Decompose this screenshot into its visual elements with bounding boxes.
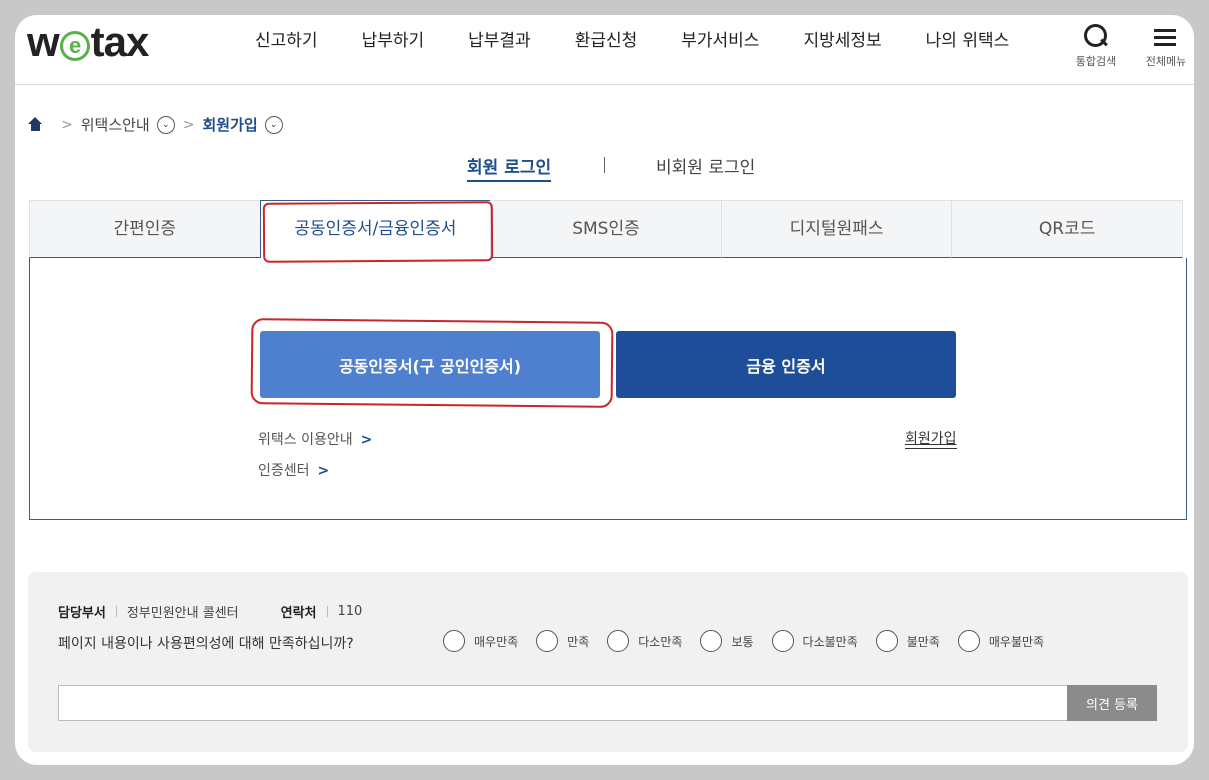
opinion-input[interactable] xyxy=(58,685,1068,721)
hamburger-menu-icon xyxy=(1139,21,1193,49)
divider xyxy=(115,606,117,617)
survey-option-very-satisfied[interactable]: 매우만족 xyxy=(443,630,518,652)
nav-payment-result[interactable]: 납부결과 xyxy=(468,30,531,52)
tab-simple-auth[interactable]: 간편인증 xyxy=(29,200,261,258)
tab-joint-financial-cert[interactable]: 공동인증서/금융인증서 xyxy=(259,200,492,258)
tab-qr-code[interactable]: QR코드 xyxy=(951,200,1183,258)
department-value: 정부민원안내 콜센터 xyxy=(126,606,239,621)
survey-option-neutral[interactable]: 보통 xyxy=(700,630,754,652)
wetax-logo[interactable]: w e tax xyxy=(27,18,150,65)
breadcrumb-separator-icon: > xyxy=(61,116,73,133)
browser-frame: w e tax 신고하기 납부하기 납부결과 환급신청 부가서비스 지방세정보 나의… xyxy=(15,15,1194,765)
cert-center-label: 인증센터 xyxy=(258,463,310,479)
chevron-right-icon: > xyxy=(360,432,373,448)
contact-value: 110 xyxy=(337,604,363,619)
login-type-switch: 회원 로그인 비회원 로그인 xyxy=(15,153,1194,182)
option-label: 다소만족 xyxy=(638,634,683,649)
chevron-right-icon: > xyxy=(317,463,330,479)
cert-center-link[interactable]: 인증센터 > xyxy=(258,460,329,480)
survey-option-somewhat-dissatisfied[interactable]: 다소불만족 xyxy=(771,630,858,652)
radio-button[interactable] xyxy=(536,630,559,652)
integrated-search-label: 통합검색 xyxy=(1075,55,1117,68)
member-login-link[interactable]: 회원 로그인 xyxy=(467,153,552,182)
option-label: 불만족 xyxy=(906,634,940,649)
nav-payment[interactable]: 납부하기 xyxy=(362,30,425,52)
site-header: w e tax 신고하기 납부하기 납부결과 환급신청 부가서비스 지방세정보 나의… xyxy=(15,15,1194,85)
logo-letters-tax: tax xyxy=(90,18,150,65)
logo-letter-w: w xyxy=(27,18,60,65)
radio-button[interactable] xyxy=(443,630,465,652)
breadcrumb: > 위택스안내 ⌄ > 회원가입 ⌄ xyxy=(28,114,283,135)
breadcrumb-item-signup[interactable]: 회원가입 xyxy=(202,114,257,135)
all-menu-label: 전체메뉴 xyxy=(1145,55,1187,68)
department-info: 담당부서 정부민원안내 콜센터 연락처 110 xyxy=(58,602,362,621)
option-label: 보통 xyxy=(731,634,754,649)
radio-button[interactable] xyxy=(607,630,630,652)
nav-refund[interactable]: 환급신청 xyxy=(575,30,638,52)
signup-link[interactable]: 회원가입 xyxy=(905,428,957,449)
survey-option-dissatisfied[interactable]: 불만족 xyxy=(875,630,940,652)
option-label: 매우불만족 xyxy=(988,634,1045,649)
divider xyxy=(604,157,605,173)
satisfaction-survey: 담당부서 정부민원안내 콜센터 연락처 110 페이지 내용이나 사용편의성에 … xyxy=(28,572,1188,752)
wetax-guide-label: 위택스 이용안내 xyxy=(258,432,353,448)
nav-report[interactable]: 신고하기 xyxy=(255,30,318,52)
integrated-search-button[interactable]: 통합검색 xyxy=(1069,21,1123,69)
radio-button[interactable] xyxy=(875,630,898,652)
tab-sms-auth[interactable]: SMS인증 xyxy=(490,200,722,258)
chevron-down-icon[interactable]: ⌄ xyxy=(264,115,283,134)
breadcrumb-item-wetax-guide[interactable]: 위택스안내 xyxy=(81,114,150,135)
opinion-submit-button[interactable]: 의견 등록 xyxy=(1067,685,1157,721)
department-label: 담당부서 xyxy=(58,606,106,621)
wetax-guide-link[interactable]: 위택스 이용안내 > xyxy=(258,429,372,449)
breadcrumb-separator-icon: > xyxy=(182,116,195,133)
survey-option-somewhat-satisfied[interactable]: 다소만족 xyxy=(607,630,682,652)
financial-certificate-button[interactable]: 금융 인증서 xyxy=(616,331,956,398)
guest-login-link[interactable]: 비회원 로그인 xyxy=(656,153,755,178)
auth-panel: 공동인증서(구 공인인증서) 금융 인증서 위택스 이용안내 > 인증센터 > 회원… xyxy=(29,258,1187,520)
search-icon xyxy=(1069,21,1123,49)
survey-question: 페이지 내용이나 사용편의성에 대해 만족하십니까? xyxy=(58,636,354,652)
logo-letter-e: e xyxy=(59,31,90,61)
radio-button[interactable] xyxy=(700,630,723,652)
main-nav: 신고하기 납부하기 납부결과 환급신청 부가서비스 지방세정보 나의 위택스 xyxy=(255,30,1053,52)
auth-method-tabs: 간편인증 공동인증서/금융인증서 SMS인증 디지털원패스 QR코드 xyxy=(29,200,1187,258)
contact-label: 연락처 xyxy=(280,606,317,621)
radio-button[interactable] xyxy=(957,630,980,652)
home-icon[interactable] xyxy=(28,117,43,132)
nav-local-tax-info[interactable]: 지방세정보 xyxy=(803,30,881,52)
survey-options: 매우만족 만족 다소만족 보통 다소불만족 불만족 매우불만족 xyxy=(443,630,1062,652)
survey-option-very-dissatisfied[interactable]: 매우불만족 xyxy=(957,630,1045,652)
radio-button[interactable] xyxy=(771,630,794,652)
option-label: 매우만족 xyxy=(474,634,519,649)
option-label: 만족 xyxy=(567,634,590,649)
all-menu-button[interactable]: 전체메뉴 xyxy=(1139,21,1193,69)
chevron-down-icon[interactable]: ⌄ xyxy=(156,115,175,134)
joint-certificate-button[interactable]: 공동인증서(구 공인인증서) xyxy=(260,331,600,398)
nav-extra-services[interactable]: 부가서비스 xyxy=(681,30,759,52)
option-label: 다소불만족 xyxy=(802,634,858,649)
survey-option-satisfied[interactable]: 만족 xyxy=(536,630,589,652)
divider xyxy=(326,606,328,617)
nav-my-wetax[interactable]: 나의 위택스 xyxy=(926,30,1010,52)
tab-digital-onepass[interactable]: 디지털원패스 xyxy=(720,200,953,258)
